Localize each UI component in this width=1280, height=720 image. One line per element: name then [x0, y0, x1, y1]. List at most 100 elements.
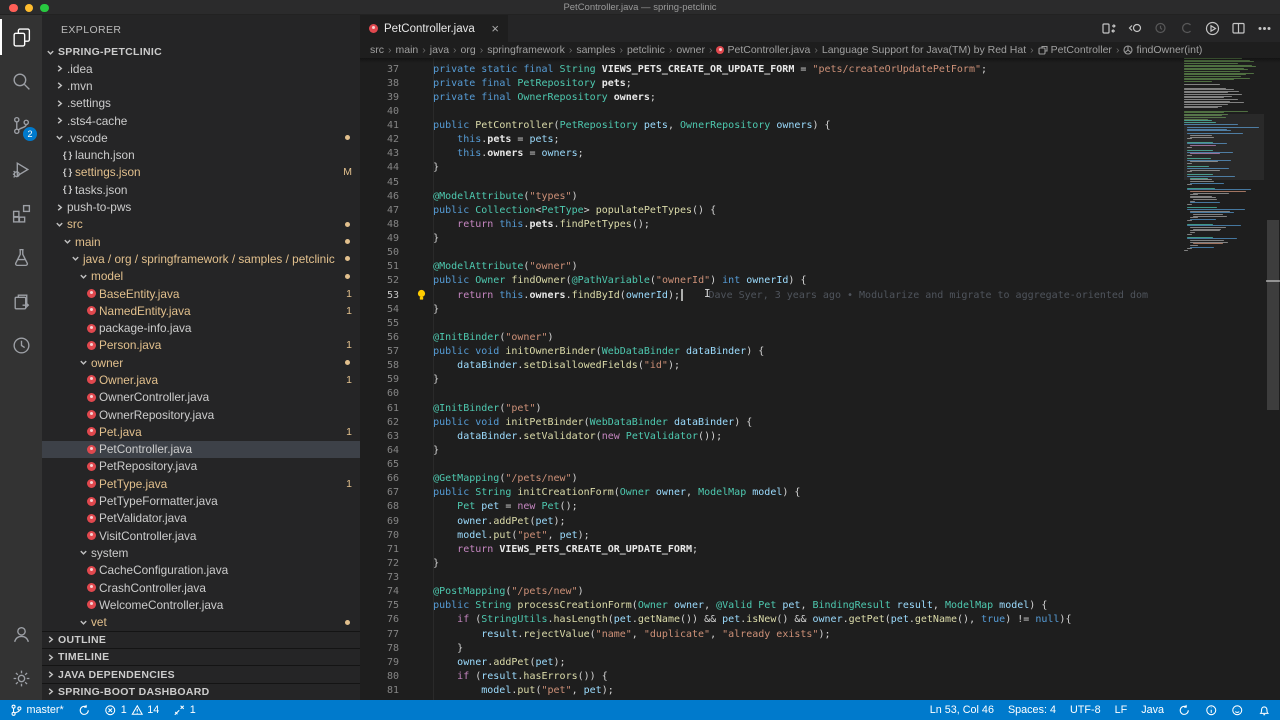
- tree-item-.sts4-cache[interactable]: .sts4-cache: [42, 112, 360, 129]
- tree-item-push-to-pws[interactable]: push-to-pws: [42, 198, 360, 215]
- tree-item-tasks.json[interactable]: { }tasks.json: [42, 181, 360, 198]
- activity-source-control-icon[interactable]: 2: [0, 103, 42, 147]
- project-section-header[interactable]: SPRING-PETCLINIC: [42, 44, 360, 60]
- tree-item-vet[interactable]: vet: [42, 614, 360, 631]
- code-line-67[interactable]: 67 public String initCreationForm(Owner …: [360, 486, 1184, 500]
- breadcrumb-owner[interactable]: owner: [676, 44, 705, 56]
- tree-item-welcomecontroller.java[interactable]: WelcomeController.java: [42, 596, 360, 613]
- code-line-70[interactable]: 70 model.put("pet", pet);: [360, 528, 1184, 542]
- git-branch-status[interactable]: master*: [10, 704, 64, 717]
- code-line-42[interactable]: 42 this.pets = pets;: [360, 133, 1184, 147]
- minimize-window-icon[interactable]: [25, 4, 34, 13]
- close-window-icon[interactable]: [9, 4, 18, 13]
- tree-item-.mvn[interactable]: .mvn: [42, 77, 360, 94]
- panel-outline[interactable]: OUTLINE: [42, 631, 360, 648]
- code-line-39[interactable]: 39 private final OwnerRepository owners;: [360, 90, 1184, 104]
- tree-item-crashcontroller.java[interactable]: CrashController.java: [42, 579, 360, 596]
- code-line-37[interactable]: 37 private static final String VIEWS_PET…: [360, 62, 1184, 76]
- tree-item-baseentity.java[interactable]: BaseEntity.java1: [42, 285, 360, 302]
- tree-item-pettype.java[interactable]: PetType.java1: [42, 475, 360, 492]
- activity-java-clock-icon[interactable]: [0, 323, 42, 367]
- activity-settings-gear-icon[interactable]: [0, 656, 42, 700]
- code-line-52[interactable]: 52 public Owner findOwner(@PathVariable(…: [360, 274, 1184, 288]
- tree-item-settings.json[interactable]: { }settings.jsonM: [42, 164, 360, 181]
- encoding-setting[interactable]: UTF-8: [1070, 704, 1101, 716]
- panel-java-dependencies[interactable]: JAVA DEPENDENCIES: [42, 665, 360, 682]
- tree-item-.vscode[interactable]: .vscode: [42, 129, 360, 146]
- sync-changes-button[interactable]: [78, 704, 91, 717]
- code-line-61[interactable]: 61 @InitBinder("pet"): [360, 401, 1184, 415]
- minimap[interactable]: [1184, 58, 1264, 700]
- tree-item-src[interactable]: src: [42, 216, 360, 233]
- minimap-slider[interactable]: [1184, 114, 1264, 180]
- code-line-77[interactable]: 77 result.rejectValue("name", "duplicate…: [360, 627, 1184, 641]
- code-line-41[interactable]: 41 public PetController(PetRepository pe…: [360, 119, 1184, 133]
- code-line-47[interactable]: 47 public Collection<PetType> populatePe…: [360, 203, 1184, 217]
- tree-item-ownerrepository.java[interactable]: OwnerRepository.java: [42, 406, 360, 423]
- code-line-73[interactable]: 73: [360, 571, 1184, 585]
- code-line-63[interactable]: 63 dataBinder.setValidator(new PetValida…: [360, 429, 1184, 443]
- build-tasks-status[interactable]: 1: [173, 704, 196, 717]
- tree-item-pettypeformatter.java[interactable]: PetTypeFormatter.java: [42, 492, 360, 509]
- bell-icon[interactable]: [1258, 704, 1271, 717]
- code-line-60[interactable]: 60: [360, 387, 1184, 401]
- tree-item-cacheconfiguration.java[interactable]: CacheConfiguration.java: [42, 562, 360, 579]
- tree-item-ownercontroller.java[interactable]: OwnerController.java: [42, 389, 360, 406]
- tree-item-petcontroller.java[interactable]: PetController.java: [42, 441, 360, 458]
- activity-search-icon[interactable]: [0, 59, 42, 103]
- code-editor[interactable]: 37 private static final String VIEWS_PET…: [360, 58, 1280, 700]
- code-line-57[interactable]: 57 public void initOwnerBinder(WebDataBi…: [360, 345, 1184, 359]
- code-line-50[interactable]: 50: [360, 246, 1184, 260]
- code-line-40[interactable]: 40: [360, 104, 1184, 118]
- code-line-46[interactable]: 46 @ModelAttribute("types"): [360, 189, 1184, 203]
- tree-item-visitcontroller.java[interactable]: VisitController.java: [42, 527, 360, 544]
- more-actions-icon[interactable]: [1257, 21, 1272, 36]
- run-icon[interactable]: [1205, 21, 1220, 36]
- tree-item-pet.java[interactable]: Pet.java1: [42, 423, 360, 440]
- activity-run-debug-icon[interactable]: [0, 147, 42, 191]
- breadcrumb-petclinic[interactable]: petclinic: [627, 44, 665, 56]
- code-line-79[interactable]: 79 owner.addPet(pet);: [360, 655, 1184, 669]
- info-circle-icon[interactable]: [1205, 704, 1218, 717]
- breadcrumb-samples[interactable]: samples: [576, 44, 615, 56]
- breadcrumb-main[interactable]: main: [396, 44, 419, 56]
- code-line-43[interactable]: 43 this.owners = owners;: [360, 147, 1184, 161]
- feedback-smiley-icon[interactable]: [1231, 704, 1244, 717]
- cursor-position[interactable]: Ln 53, Col 46: [930, 704, 994, 716]
- tree-item-person.java[interactable]: Person.java1: [42, 337, 360, 354]
- tree-item-.idea[interactable]: .idea: [42, 60, 360, 77]
- code-line-68[interactable]: 68 Pet pet = new Pet();: [360, 500, 1184, 514]
- code-line-55[interactable]: 55: [360, 316, 1184, 330]
- code-line-69[interactable]: 69 owner.addPet(pet);: [360, 514, 1184, 528]
- activity-test-beaker-icon[interactable]: [0, 235, 42, 279]
- activity-account-icon[interactable]: [0, 612, 42, 656]
- breadcrumb-org[interactable]: org: [461, 44, 476, 56]
- code-line-64[interactable]: 64 }: [360, 443, 1184, 457]
- breadcrumb-java[interactable]: java: [430, 44, 449, 56]
- code-line-48[interactable]: 48 return this.pets.findPetTypes();: [360, 217, 1184, 231]
- close-tab-icon[interactable]: ×: [491, 21, 499, 36]
- tree-item-petvalidator.java[interactable]: PetValidator.java: [42, 510, 360, 527]
- code-line-58[interactable]: 58 dataBinder.setDisallowedFields("id");: [360, 359, 1184, 373]
- code-line-74[interactable]: 74 @PostMapping("/pets/new"): [360, 585, 1184, 599]
- window-controls[interactable]: [9, 4, 49, 13]
- breadcrumb-src[interactable]: src: [370, 44, 384, 56]
- breadcrumb-petcontroller[interactable]: PetController: [1038, 44, 1112, 56]
- code-line-56[interactable]: 56 @InitBinder("owner"): [360, 330, 1184, 344]
- code-line-65[interactable]: 65: [360, 458, 1184, 472]
- indentation-setting[interactable]: Spaces: 4: [1008, 704, 1056, 716]
- breadcrumb-language-support-for-java-tm-by-red-hat[interactable]: Language Support for Java(TM) by Red Hat: [822, 44, 1026, 56]
- tree-item-petrepository.java[interactable]: PetRepository.java: [42, 458, 360, 475]
- eol-setting[interactable]: LF: [1115, 704, 1128, 716]
- code-line-53[interactable]: 53 return this.owners.findById(ownerId);…: [360, 288, 1184, 302]
- nav-back-icon[interactable]: [1153, 21, 1168, 36]
- tree-item-owner.java[interactable]: Owner.java1: [42, 371, 360, 388]
- problems-status[interactable]: 1 14: [104, 704, 159, 717]
- tree-item-package-info.java[interactable]: package-info.java: [42, 319, 360, 336]
- code-line-71[interactable]: 71 return VIEWS_PETS_CREATE_OR_UPDATE_FO…: [360, 542, 1184, 556]
- code-line-80[interactable]: 80 if (result.hasErrors()) {: [360, 669, 1184, 683]
- code-line-45[interactable]: 45: [360, 175, 1184, 189]
- quick-fix-lightbulb-icon[interactable]: [416, 289, 427, 301]
- code-line-62[interactable]: 62 public void initPetBinder(WebDataBind…: [360, 415, 1184, 429]
- code-line-76[interactable]: 76 if (StringUtils.hasLength(pet.getName…: [360, 613, 1184, 627]
